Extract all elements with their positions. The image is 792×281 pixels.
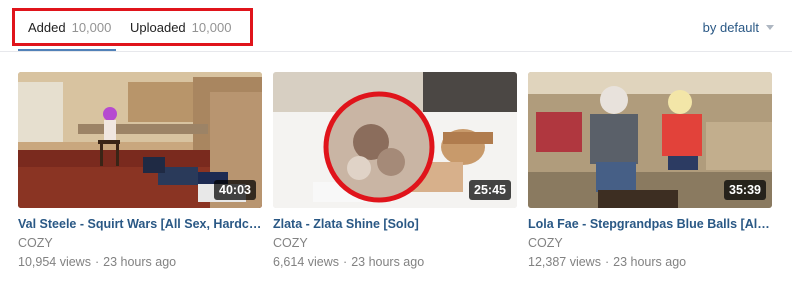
video-meta: 10,954 views · 23 hours ago bbox=[18, 254, 262, 270]
video-author[interactable]: COZY bbox=[273, 235, 517, 251]
video-views: 10,954 views bbox=[18, 255, 91, 269]
active-tab-indicator bbox=[18, 49, 116, 51]
video-duration: 40:03 bbox=[214, 180, 256, 200]
video-views: 6,614 views bbox=[273, 255, 340, 269]
video-age: 23 hours ago bbox=[613, 255, 687, 269]
video-title[interactable]: Val Steele - Squirt Wars [All Sex, Hardc… bbox=[18, 216, 262, 232]
tabs-highlight-box bbox=[12, 8, 253, 46]
tabs-bar: Added 10,000 Uploaded 10,000 by default bbox=[0, 0, 792, 52]
video-duration: 25:45 bbox=[469, 180, 511, 200]
video-title[interactable]: Lola Fae - Stepgrandpas Blue Balls [All … bbox=[528, 216, 772, 232]
video-card: 25:45 Zlata - Zlata Shine [Solo] COZY 6,… bbox=[273, 72, 517, 270]
video-meta: 6,614 views · 23 hours ago bbox=[273, 254, 517, 270]
video-author[interactable]: COZY bbox=[18, 235, 262, 251]
video-thumbnail[interactable]: 25:45 bbox=[273, 72, 517, 208]
meta-separator: · bbox=[94, 255, 100, 269]
meta-separator: · bbox=[343, 255, 348, 269]
video-duration: 35:39 bbox=[724, 180, 766, 200]
video-card: 40:03 Val Steele - Squirt Wars [All Sex,… bbox=[18, 72, 262, 270]
sort-label: by default bbox=[702, 20, 759, 35]
video-title[interactable]: Zlata - Zlata Shine [Solo] bbox=[273, 216, 517, 232]
video-age: 23 hours ago bbox=[103, 255, 177, 269]
video-thumbnail[interactable]: 40:03 bbox=[18, 72, 262, 208]
chevron-down-icon bbox=[766, 25, 774, 31]
video-age: 23 hours ago bbox=[351, 255, 425, 269]
video-card: 35:39 Lola Fae - Stepgrandpas Blue Balls… bbox=[528, 72, 772, 270]
meta-separator: · bbox=[604, 255, 610, 269]
sort-dropdown[interactable]: by default bbox=[703, 20, 774, 35]
video-views: 12,387 views bbox=[528, 255, 601, 269]
video-meta: 12,387 views · 23 hours ago bbox=[528, 254, 772, 270]
video-thumbnail[interactable]: 35:39 bbox=[528, 72, 772, 208]
video-author[interactable]: COZY bbox=[528, 235, 772, 251]
